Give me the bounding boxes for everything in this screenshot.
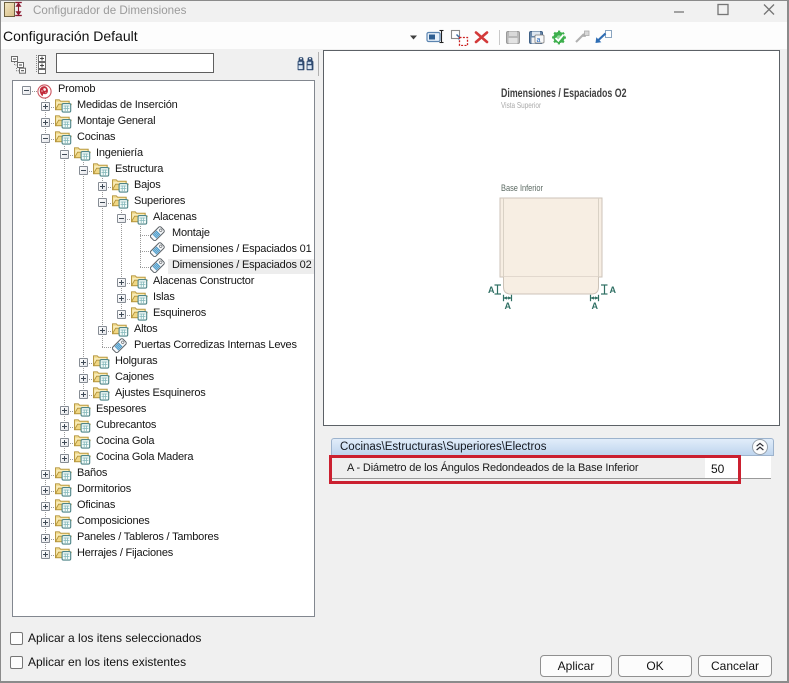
svg-text:A: A [488, 285, 495, 295]
svg-text:A: A [610, 285, 617, 295]
svg-text:A: A [505, 301, 512, 311]
svg-text:A: A [592, 301, 599, 311]
svg-text:a: a [537, 37, 541, 44]
